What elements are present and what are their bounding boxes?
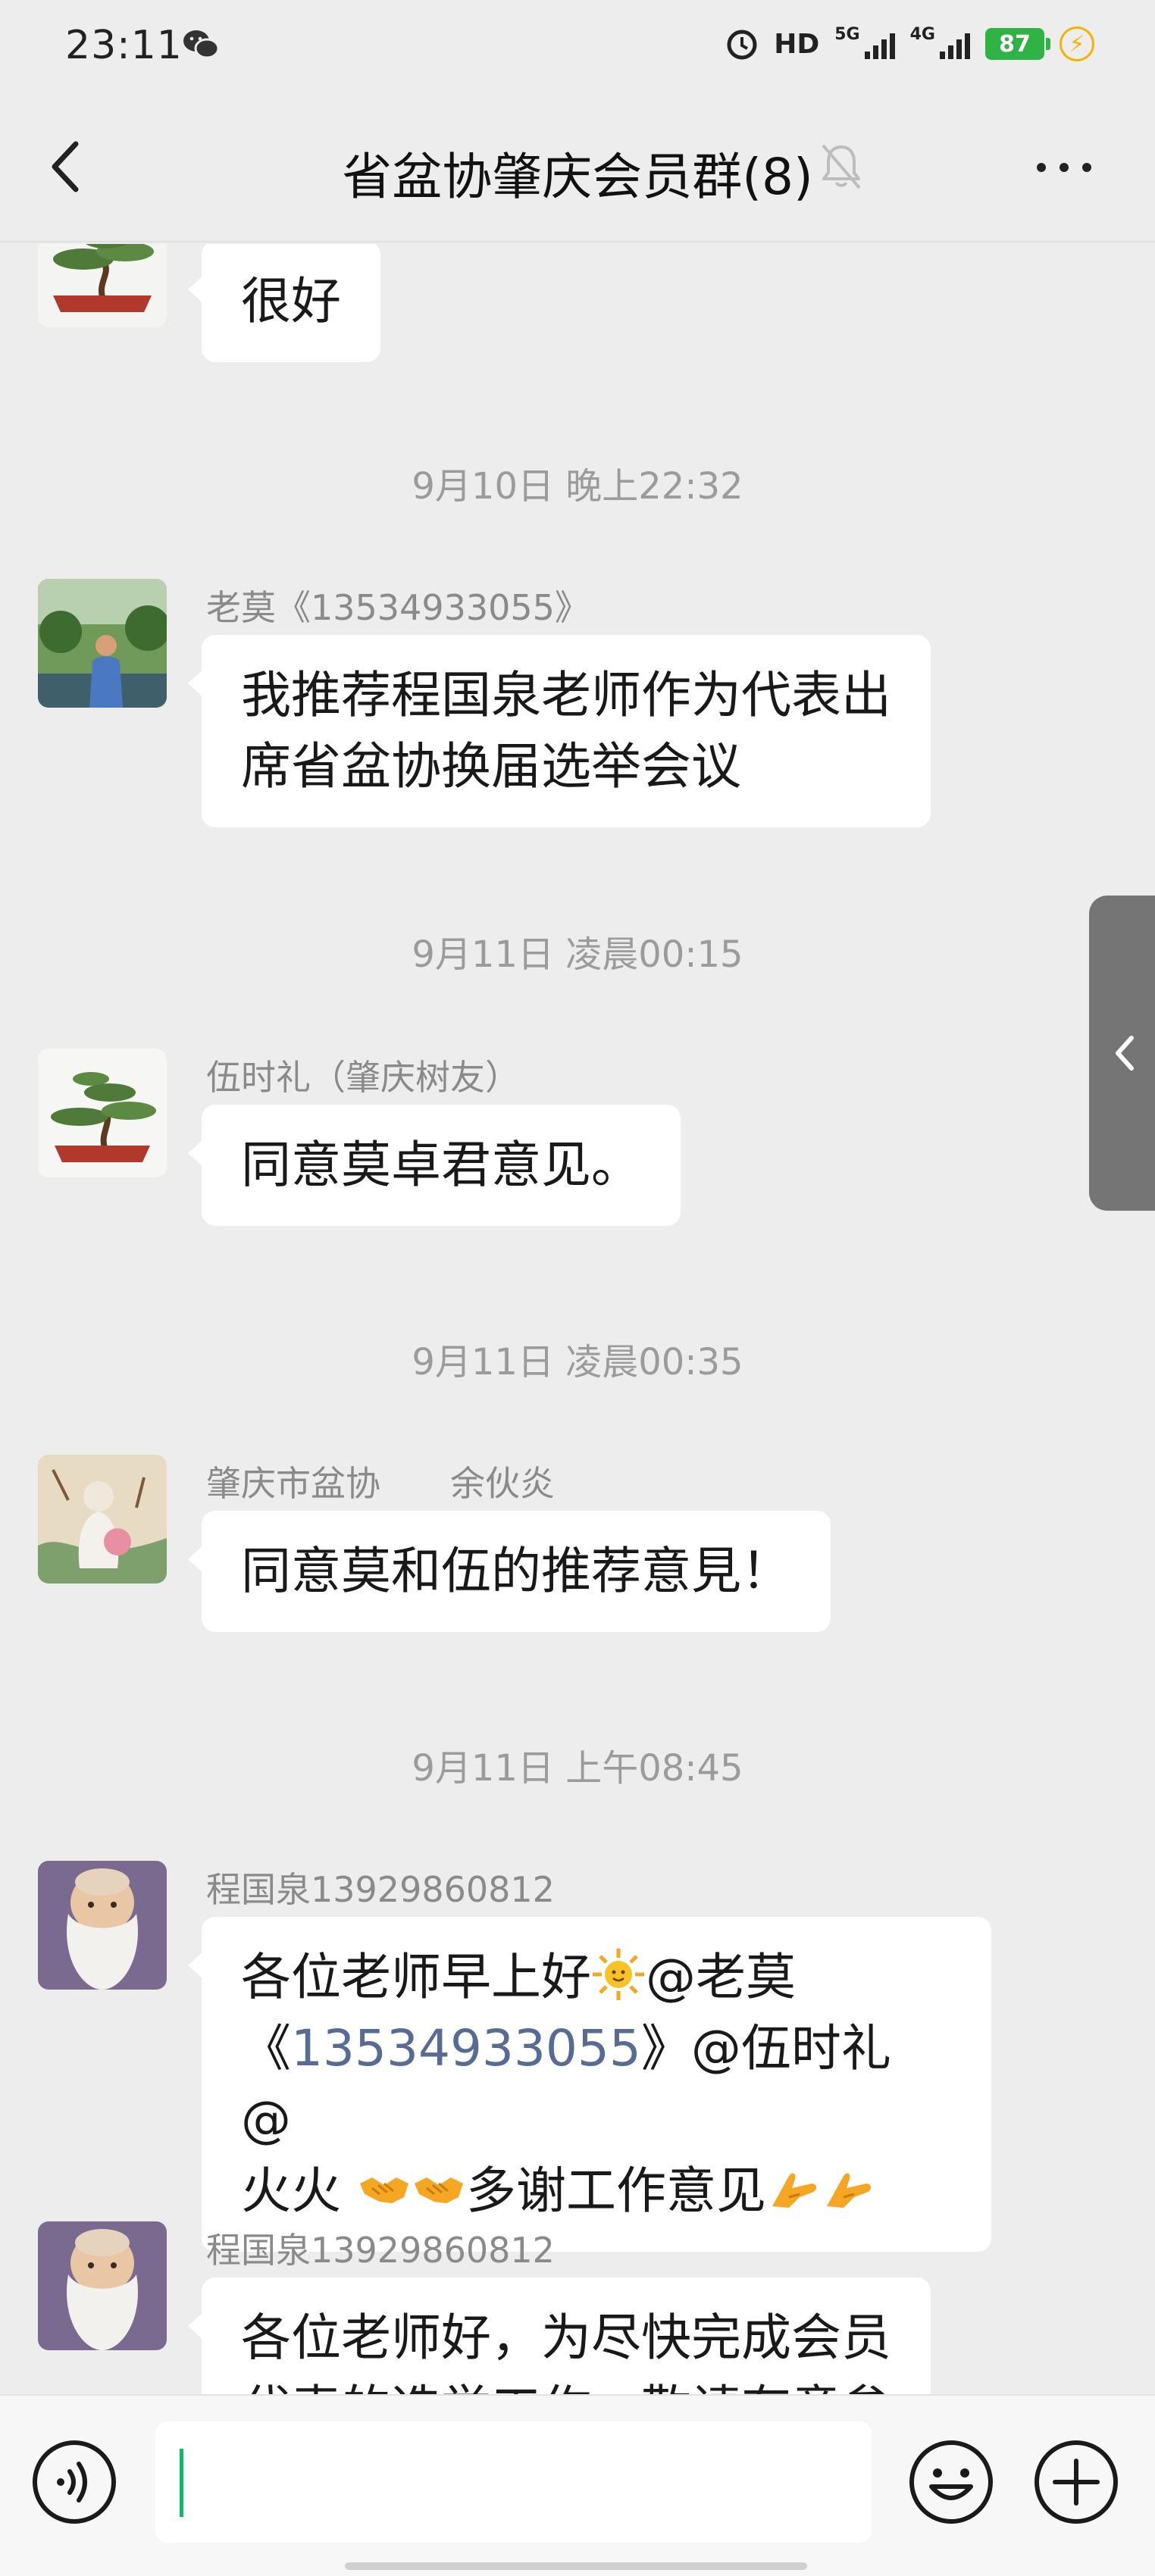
timestamp: 9月11日 凌晨00:15	[412, 933, 743, 976]
chat-screen: 23:11 HD 5G 4G 87 ⚡ 省盆协肇庆会员群(8) 很好 9月10日…	[0, 0, 1155, 2576]
message-text: 《	[241, 2019, 291, 2077]
nav-bar: 省盆协肇庆会员群(8)	[0, 91, 1155, 242]
avatar[interactable]	[38, 1861, 167, 1990]
sender-name: 伍时礼（肇庆树友）	[206, 1057, 520, 1098]
message-line: 席省盆协换届选举会议	[241, 737, 741, 796]
status-icons: HD 5G 4G 87 ⚡	[725, 23, 1094, 65]
wechat-icon	[183, 30, 220, 59]
ok-hand-emoji-icon	[826, 2173, 871, 2208]
message-line: 《13534933055》@伍时礼 @	[241, 2013, 952, 2156]
message-text: 很好	[241, 272, 341, 330]
emoji-button[interactable]	[906, 2437, 997, 2528]
message-bubble[interactable]: 各位老师早上好 @老莫 《13534933055》@伍时礼 @ 火火 多谢工作意见	[188, 1917, 991, 2252]
avatar[interactable]	[38, 579, 167, 708]
sender-name: 程国泉13929860812	[206, 1869, 555, 1910]
alarm-icon	[727, 30, 757, 60]
chat-title: 省盆协肇庆会员群(8)	[342, 148, 813, 206]
phone-link[interactable]: 13534933055	[291, 2019, 641, 2077]
more-functions-plus-button[interactable]	[1031, 2437, 1122, 2528]
net1-label: 5G	[834, 25, 860, 44]
signal-5g-icon: 5G	[834, 25, 895, 59]
timestamp: 9月11日 上午08:45	[412, 1747, 743, 1790]
battery-icon: 87	[985, 28, 1050, 60]
hd-icon: HD	[774, 28, 820, 60]
signal-4g-icon: 4G	[910, 25, 970, 59]
message-line: 代表的选举工作，敬请有意参	[241, 2374, 891, 2394]
timestamp: 9月11日 凌晨00:35	[412, 1341, 743, 1383]
mention[interactable]: @老莫	[646, 1948, 796, 2006]
painting-avatar-icon	[38, 1455, 167, 1583]
bonsai-avatar-icon	[38, 1049, 167, 1177]
floating-side-tab[interactable]	[1089, 896, 1155, 1211]
message-bubble[interactable]: 各位老师好，为尽快完成会员 代表的选举工作，敬请有意参	[188, 2277, 931, 2394]
message-bubble[interactable]: 同意莫和伍的推荐意見！	[188, 1511, 831, 1632]
sender-name: 老莫《13534933055》	[206, 587, 590, 628]
message-line: 各位老师好，为尽快完成会员	[241, 2309, 891, 2367]
home-indicator[interactable]	[345, 2562, 807, 2570]
bonsai-avatar-icon	[38, 244, 167, 327]
message-bubble[interactable]: 很好	[188, 244, 380, 362]
elder-portrait-avatar-icon	[38, 1861, 167, 1990]
status-bar: 23:11 HD 5G 4G 87 ⚡	[0, 0, 1155, 91]
more-options-button[interactable]	[1026, 148, 1102, 186]
message-text: 火火	[241, 2162, 357, 2220]
input-bar	[0, 2394, 1155, 2576]
message-list[interactable]: 很好 9月10日 晚上22:32 老莫《13534933055》 我推荐程国泉老…	[0, 244, 1155, 2394]
net2-label: 4G	[909, 25, 935, 44]
message-bubble[interactable]: 同意莫卓君意见。	[188, 1105, 681, 1226]
text-caret	[180, 2449, 183, 2517]
charging-icon: ⚡	[1060, 27, 1094, 61]
timestamp: 9月10日 晚上22:32	[412, 465, 743, 508]
sender-name: 肇庆市盆协 余伙炎	[206, 1463, 555, 1504]
title-wrap: 省盆协肇庆会员群(8)	[0, 136, 1155, 209]
message-line: 火火 多谢工作意见	[241, 2156, 952, 2227]
message-bubble[interactable]: 我推荐程国泉老师作为代表出 席省盆协换届选举会议	[188, 635, 931, 827]
sun-emoji-icon	[593, 1949, 644, 2000]
message-line: 各位老师早上好 @老莫	[241, 1942, 952, 2013]
avatar[interactable]	[38, 1455, 167, 1583]
avatar[interactable]	[38, 2221, 167, 2350]
person-photo-avatar-icon	[38, 579, 167, 708]
elder-portrait-avatar-icon	[38, 2221, 167, 2350]
message-text: 多谢工作意见	[465, 2162, 766, 2220]
handshake-emoji-icon	[359, 2177, 408, 2203]
message-input[interactable]	[155, 2421, 872, 2543]
avatar[interactable]	[38, 1049, 167, 1177]
message-text: 同意莫和伍的推荐意見！	[241, 1542, 791, 1600]
mute-bell-icon	[822, 144, 861, 189]
avatar[interactable]	[38, 244, 167, 327]
message-text: 各位老师早上好	[241, 1948, 591, 2006]
chevron-left-icon	[1116, 1036, 1134, 1071]
message-line: 我推荐程国泉老师作为代表出	[241, 666, 891, 724]
sender-name: 程国泉13929860812	[206, 2230, 555, 2271]
handshake-emoji-icon	[414, 2177, 463, 2203]
voice-input-button[interactable]	[29, 2437, 120, 2528]
ok-hand-emoji-icon	[772, 2173, 816, 2208]
status-time: 23:11	[65, 23, 183, 68]
message-text: 同意莫卓君意见。	[241, 1136, 641, 1194]
